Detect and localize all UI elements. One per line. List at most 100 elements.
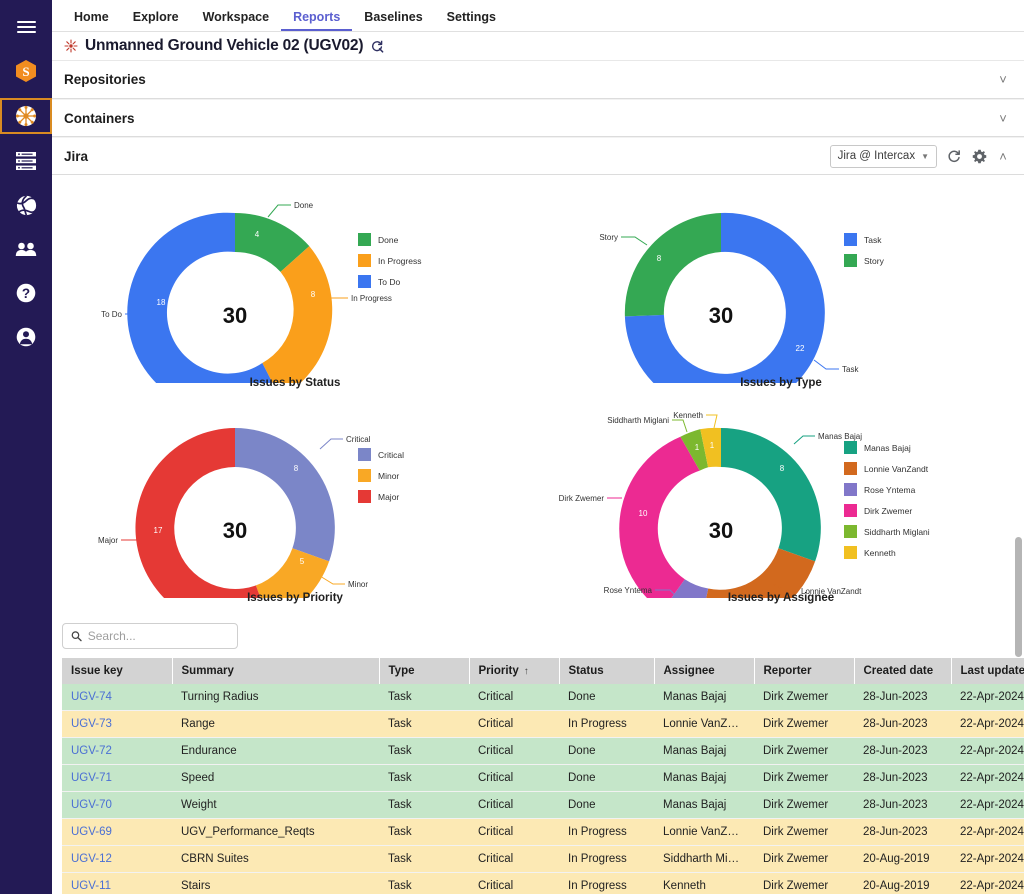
slice-in-progress[interactable]	[262, 246, 332, 383]
cell-summary: UGV_Performance_Reqts	[172, 819, 379, 846]
cell-last-updated: 22-Apr-2024	[951, 765, 1024, 792]
cell-issue-key[interactable]: UGV-11	[62, 873, 172, 894]
sidebar-item-account[interactable]	[0, 320, 52, 354]
cell-issue-key[interactable]: UGV-73	[62, 711, 172, 738]
sidebar-item-users[interactable]	[0, 232, 52, 266]
cell-created-date: 20-Aug-2019	[854, 873, 951, 894]
section-containers[interactable]: Containers ˅	[52, 99, 1024, 137]
cell-issue-key[interactable]: UGV-71	[62, 765, 172, 792]
issue-link[interactable]: UGV-12	[71, 853, 112, 865]
cell-last-updated: 22-Apr-2024	[951, 684, 1024, 711]
column-header-reporter[interactable]: Reporter	[754, 658, 854, 684]
column-header-priority[interactable]: Priority↑	[469, 658, 559, 684]
cell-type: Task	[379, 738, 469, 765]
callout-in-progress: In Progress	[351, 294, 392, 303]
callout-siddharth-miglani: Siddharth Miglani	[607, 416, 669, 425]
sidebar-item-repositories[interactable]	[0, 144, 52, 178]
cell-status: In Progress	[559, 711, 654, 738]
menu-toggle-button[interactable]	[0, 10, 52, 44]
settings-button[interactable]	[971, 148, 987, 164]
table-row[interactable]: UGV-12 CBRN Suites Task Critical In Prog…	[62, 846, 1024, 873]
slice-manas-bajaj[interactable]	[721, 428, 821, 561]
brand-logo[interactable]: S	[0, 54, 52, 88]
charts-grid: 30 4 8 18 Done In Progress To Do	[52, 175, 1024, 613]
issue-link[interactable]: UGV-73	[71, 718, 112, 730]
donut-center-total: 30	[223, 518, 247, 543]
tab-reports[interactable]: Reports	[281, 10, 352, 31]
cell-issue-key[interactable]: UGV-72	[62, 738, 172, 765]
chart-title-issues-by-priority: Issues by Priority	[52, 592, 538, 604]
table-row[interactable]: UGV-11 Stairs Task Critical In Progress …	[62, 873, 1024, 894]
search-input[interactable]	[88, 629, 229, 643]
slice-story[interactable]	[625, 213, 721, 316]
cell-assignee: Kenneth	[654, 873, 754, 894]
slice-critical[interactable]	[235, 428, 335, 561]
issue-link[interactable]: UGV-70	[71, 799, 112, 811]
tab-explore[interactable]: Explore	[121, 10, 191, 31]
chart-title-issues-by-type: Issues by Type	[538, 377, 1024, 389]
section-jira: Jira Jira @ Intercax ▼	[52, 137, 1024, 175]
value-done: 4	[255, 230, 260, 239]
user-circle-icon	[16, 327, 36, 347]
legend-label-story: Story	[864, 256, 885, 266]
chart-issues-by-status: 30 4 8 18 Done In Progress To Do	[52, 183, 538, 398]
issue-link[interactable]: UGV-71	[71, 772, 112, 784]
table-row[interactable]: UGV-69 UGV_Performance_Reqts Task Critic…	[62, 819, 1024, 846]
cell-issue-key[interactable]: UGV-69	[62, 819, 172, 846]
vertical-scrollbar[interactable]	[1015, 537, 1022, 657]
jira-panel-body: 30 4 8 18 Done In Progress To Do	[52, 175, 1024, 894]
table-row[interactable]: UGV-74 Turning Radius Task Critical Done…	[62, 684, 1024, 711]
column-header-created-date[interactable]: Created date	[854, 658, 951, 684]
table-row[interactable]: UGV-71 Speed Task Critical Done Manas Ba…	[62, 765, 1024, 792]
cell-assignee: Manas Bajaj	[654, 792, 754, 819]
legend-label-dirk-zwemer: Dirk Zwemer	[864, 506, 912, 516]
column-header-summary[interactable]: Summary	[172, 658, 379, 684]
legend-label-rose-yntema: Rose Yntema	[864, 485, 916, 495]
legend-swatch-to-do	[358, 275, 371, 288]
column-header-type[interactable]: Type	[379, 658, 469, 684]
refresh-button[interactable]	[946, 148, 962, 164]
issue-link[interactable]: UGV-74	[71, 691, 112, 703]
cell-issue-key[interactable]: UGV-12	[62, 846, 172, 873]
tab-workspace[interactable]: Workspace	[191, 10, 281, 31]
table-row[interactable]: UGV-72 Endurance Task Critical Done Mana…	[62, 738, 1024, 765]
jira-connection-select[interactable]: Jira @ Intercax ▼	[830, 145, 937, 168]
section-repositories[interactable]: Repositories ˅	[52, 61, 1024, 99]
legend-label-minor: Minor	[378, 471, 399, 481]
callout-story: Story	[599, 233, 618, 242]
table-row[interactable]: UGV-73 Range Task Critical In Progress L…	[62, 711, 1024, 738]
chevron-down-icon[interactable]: ˅	[996, 73, 1010, 86]
sidebar-item-project-dashboard[interactable]	[0, 98, 52, 134]
issue-link[interactable]: UGV-11	[71, 880, 111, 892]
chevron-up-icon[interactable]: ˄	[996, 150, 1010, 163]
cell-type: Task	[379, 765, 469, 792]
cell-assignee: Siddharth Miglani	[654, 846, 754, 873]
value-rose-yntema: 2	[687, 570, 692, 579]
tab-home[interactable]: Home	[62, 10, 121, 31]
column-header-assignee[interactable]: Assignee	[654, 658, 754, 684]
issue-link[interactable]: UGV-72	[71, 745, 112, 757]
column-header-issue-key[interactable]: Issue key	[62, 658, 172, 684]
value-story: 8	[657, 254, 662, 263]
issue-link[interactable]: UGV-69	[71, 826, 112, 838]
legend-swatch-story	[844, 254, 857, 267]
cell-issue-key[interactable]: UGV-74	[62, 684, 172, 711]
tab-settings[interactable]: Settings	[435, 10, 508, 31]
refresh-search-icon[interactable]	[370, 39, 384, 53]
search-box[interactable]	[62, 623, 238, 649]
chevron-down-icon[interactable]: ˅	[996, 112, 1010, 125]
cell-issue-key[interactable]: UGV-70	[62, 792, 172, 819]
sidebar-item-help[interactable]: ?	[0, 276, 52, 310]
tab-baselines[interactable]: Baselines	[352, 10, 434, 31]
value-lonnie-vanzandt: 8	[766, 558, 771, 567]
table-row[interactable]: UGV-70 Weight Task Critical Done Manas B…	[62, 792, 1024, 819]
sidebar-item-graph-view[interactable]	[0, 188, 52, 222]
column-header-status[interactable]: Status	[559, 658, 654, 684]
callout-dirk-zwemer: Dirk Zwemer	[559, 494, 605, 503]
legend-swatch-minor	[358, 469, 371, 482]
cell-summary: Endurance	[172, 738, 379, 765]
cell-reporter: Dirk Zwemer	[754, 819, 854, 846]
callout-task: Task	[842, 365, 859, 374]
column-header-last-updated[interactable]: Last updated	[951, 658, 1024, 684]
cell-type: Task	[379, 792, 469, 819]
